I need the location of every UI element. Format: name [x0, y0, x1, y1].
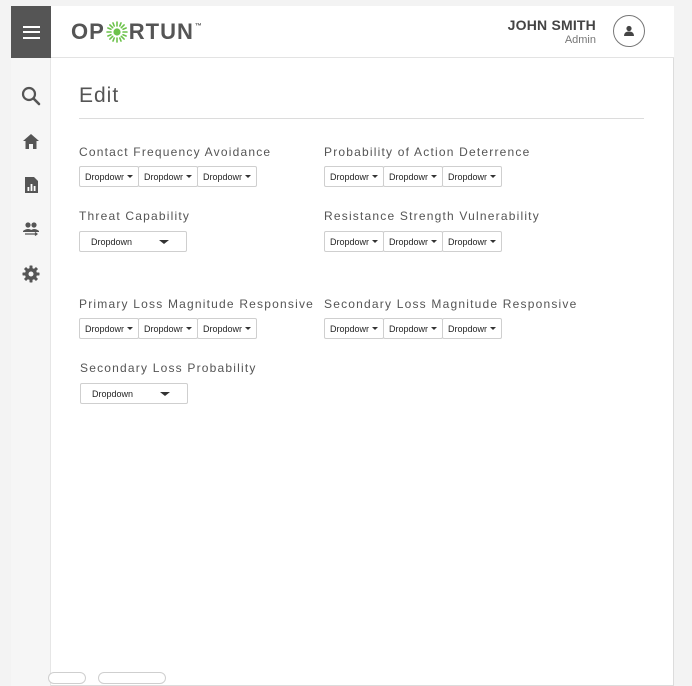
logo-text-right: RTUN — [128, 19, 194, 44]
top-header: OP RTUN ™ JOHN SMITH Admin — [51, 6, 674, 58]
contact-frequency-dropdown-3[interactable]: Dropdowr — [197, 166, 258, 187]
caret-down-icon — [245, 175, 252, 178]
probability-action-dropdown-1[interactable]: Dropdowr — [324, 166, 385, 187]
logo-sun-icon — [105, 21, 128, 43]
caret-down-icon — [431, 240, 438, 243]
footer-button-1[interactable] — [48, 672, 86, 684]
opportun-logo[interactable]: OP RTUN ™ — [71, 19, 203, 45]
caret-down-icon — [127, 175, 134, 178]
caret-down-icon — [127, 327, 134, 330]
page-title: Edit — [79, 84, 120, 107]
secondary-loss-probability-dropdown[interactable]: Dropdown — [80, 383, 188, 404]
contact-frequency-dropdown-1[interactable]: Dropdowr — [79, 166, 140, 187]
sidebar — [11, 6, 51, 686]
threat-capability-dropdown[interactable]: Dropdown — [79, 231, 187, 252]
user-icon — [624, 25, 634, 36]
secondary-loss-magnitude-dropdown-2[interactable]: Dropdowr — [383, 318, 444, 339]
avatar[interactable] — [613, 15, 645, 47]
caret-down-icon — [186, 327, 193, 330]
resistance-strength-dropdown-2[interactable]: Dropdowr — [383, 231, 444, 252]
primary-loss-dropdown-3[interactable]: Dropdowr — [197, 318, 258, 339]
secondary-loss-probability-value: Dropdown — [92, 388, 134, 399]
caret-down-icon — [186, 175, 193, 178]
sidebar-item-home[interactable] — [20, 130, 42, 152]
contact-frequency-dropdown-2[interactable]: Dropdowr — [138, 166, 199, 187]
resistance-strength-label: Resistance Strength Vulnerability — [324, 209, 540, 223]
caret-down-icon — [431, 327, 438, 330]
user-role: Admin — [564, 34, 596, 46]
search-icon — [21, 86, 41, 106]
caret-down-icon — [490, 327, 497, 330]
secondary-loss-magnitude-dropdown-1[interactable]: Dropdowr — [324, 318, 385, 339]
contact-frequency-dropdowns: Dropdowr Dropdowr Dropdowr — [79, 166, 258, 187]
resistance-strength-dropdown-3[interactable]: Dropdowr — [442, 231, 503, 252]
caret-down-icon — [490, 175, 497, 178]
footer-button-2[interactable] — [98, 672, 166, 684]
caret-down-icon — [160, 391, 170, 396]
primary-loss-dropdown-2[interactable]: Dropdowr — [138, 318, 199, 339]
probability-action-dropdown-3[interactable]: Dropdowr — [442, 166, 503, 187]
primary-loss-dropdown-1[interactable]: Dropdowr — [79, 318, 140, 339]
caret-down-icon — [245, 327, 252, 330]
app-frame — [11, 6, 674, 686]
sidebar-item-settings[interactable] — [20, 263, 42, 285]
sidebar-item-users[interactable] — [20, 218, 42, 240]
caret-down-icon — [372, 240, 379, 243]
home-icon — [23, 133, 39, 149]
primary-loss-label: Primary Loss Magnitude Responsive — [79, 297, 315, 311]
resistance-strength-dropdown-1[interactable]: Dropdowr — [324, 231, 385, 252]
logo-text-left: OP — [71, 19, 105, 44]
resistance-strength-dropdowns: Dropdowr Dropdowr Dropdowr — [324, 231, 503, 252]
threat-capability-label: Threat Capability — [79, 209, 191, 223]
user-name: JOHN SMITH — [507, 17, 596, 33]
secondary-loss-magnitude-label: Secondary Loss Magnitude Responsive — [324, 297, 578, 311]
secondary-loss-magnitude-dropdowns: Dropdowr Dropdowr Dropdowr — [324, 318, 503, 339]
probability-action-label: Probability of Action Deterrence — [324, 145, 531, 159]
sidebar-item-search[interactable] — [20, 85, 42, 107]
caret-down-icon — [372, 327, 379, 330]
primary-loss-dropdowns: Dropdowr Dropdowr Dropdowr — [79, 318, 258, 339]
report-icon — [24, 177, 38, 193]
probability-action-dropdown-2[interactable]: Dropdowr — [383, 166, 444, 187]
gear-icon — [22, 265, 40, 283]
sidebar-item-reports[interactable] — [20, 174, 42, 196]
caret-down-icon — [490, 240, 497, 243]
users-icon — [23, 222, 39, 236]
caret-down-icon — [431, 175, 438, 178]
probability-action-dropdowns: Dropdowr Dropdowr Dropdowr — [324, 166, 503, 187]
hamburger-icon — [22, 25, 40, 39]
caret-down-icon — [159, 239, 169, 244]
contact-frequency-label: Contact Frequency Avoidance — [79, 145, 272, 159]
title-divider — [79, 118, 644, 119]
secondary-loss-magnitude-dropdown-3[interactable]: Dropdowr — [442, 318, 503, 339]
secondary-loss-probability-label: Secondary Loss Probability — [80, 361, 257, 375]
logo-trademark: ™ — [194, 22, 203, 30]
caret-down-icon — [372, 175, 379, 178]
threat-capability-value: Dropdown — [91, 236, 133, 247]
menu-button[interactable] — [11, 6, 51, 58]
